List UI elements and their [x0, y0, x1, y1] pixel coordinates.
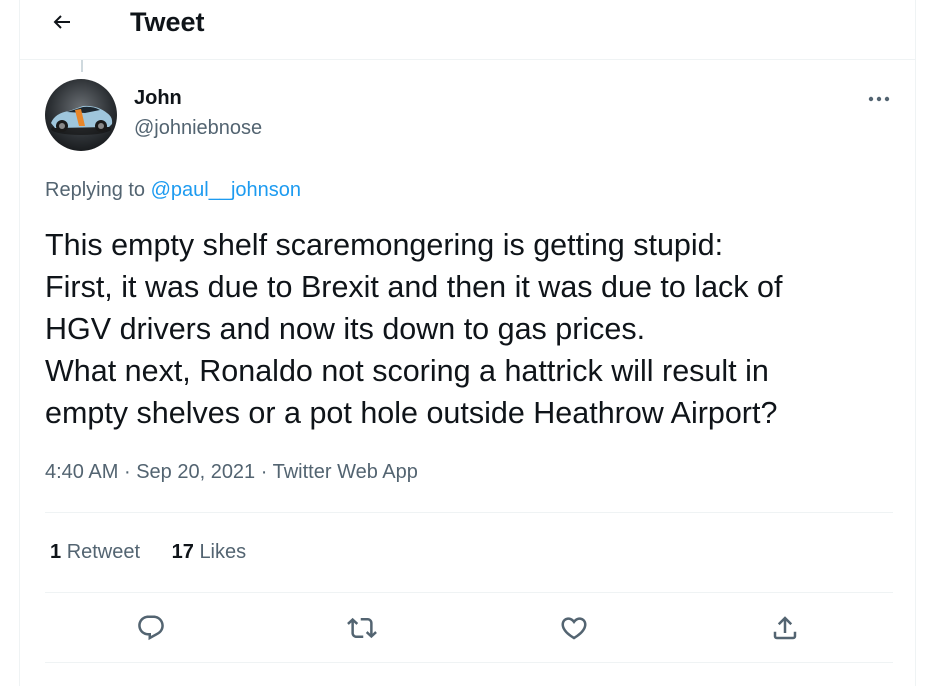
- divider: [45, 512, 893, 513]
- replying-to: Replying to @paul__johnson: [45, 178, 301, 202]
- tweet-text: This empty shelf scaremongering is getti…: [45, 224, 905, 434]
- avatar[interactable]: [45, 79, 117, 151]
- heart-icon: [561, 617, 587, 640]
- reply-button[interactable]: [131, 608, 171, 648]
- tweet-text-line: empty shelves or a pot hole outside Heat…: [45, 396, 778, 430]
- tweet-stats: 1 Retweet 17 Likes: [50, 540, 272, 564]
- like-button[interactable]: [554, 608, 594, 648]
- author-handle[interactable]: @johniebnose: [134, 116, 262, 140]
- likes-label: Likes: [199, 541, 247, 563]
- thread-connector: [81, 60, 83, 72]
- tweet-date[interactable]: Sep 20, 2021: [136, 461, 255, 483]
- share-icon: [773, 616, 797, 640]
- arrow-left-icon: [53, 15, 70, 29]
- author-name[interactable]: John: [134, 86, 182, 110]
- retweets-count: 1: [50, 541, 62, 563]
- likes-stat[interactable]: 17 Likes: [172, 540, 247, 564]
- more-horizontal-icon: [868, 96, 890, 102]
- tweet-text-line: This empty shelf scaremongering is getti…: [45, 228, 724, 262]
- tweet-text-line: What next, Ronaldo not scoring a hattric…: [45, 354, 769, 388]
- tweet-column: Tweet John @johniebnose Replying to @pau…: [19, 0, 916, 686]
- tweet-metadata: 4:40 AM · Sep 20, 2021 · Twitter Web App: [45, 460, 418, 484]
- tweet-time[interactable]: 4:40 AM: [45, 461, 118, 483]
- tweet-text-line: HGV drivers and now its down to gas pric…: [45, 312, 646, 346]
- retweet-icon: [347, 617, 377, 639]
- back-button[interactable]: [46, 6, 78, 38]
- more-options-button[interactable]: [864, 88, 894, 110]
- retweets-label: Retweet: [66, 541, 141, 563]
- page-title: Tweet: [130, 7, 205, 37]
- divider: [45, 592, 893, 593]
- replying-mention-link[interactable]: @paul__johnson: [151, 179, 301, 201]
- share-button[interactable]: [765, 608, 805, 648]
- reply-icon: [138, 615, 164, 641]
- retweet-button[interactable]: [342, 608, 382, 648]
- page-header: Tweet: [20, 0, 915, 60]
- tweet-actions: [20, 608, 915, 648]
- meta-separator: ·: [260, 461, 268, 483]
- meta-separator: ·: [123, 461, 131, 483]
- retweets-stat[interactable]: 1 Retweet: [50, 540, 140, 564]
- likes-count: 17: [171, 541, 194, 563]
- replying-prefix: Replying to: [45, 179, 146, 201]
- tweet-text-line: First, it was due to Brexit and then it …: [45, 270, 783, 304]
- race-car-avatar: [45, 79, 117, 151]
- divider: [45, 662, 893, 663]
- tweet-source[interactable]: Twitter Web App: [273, 461, 418, 483]
